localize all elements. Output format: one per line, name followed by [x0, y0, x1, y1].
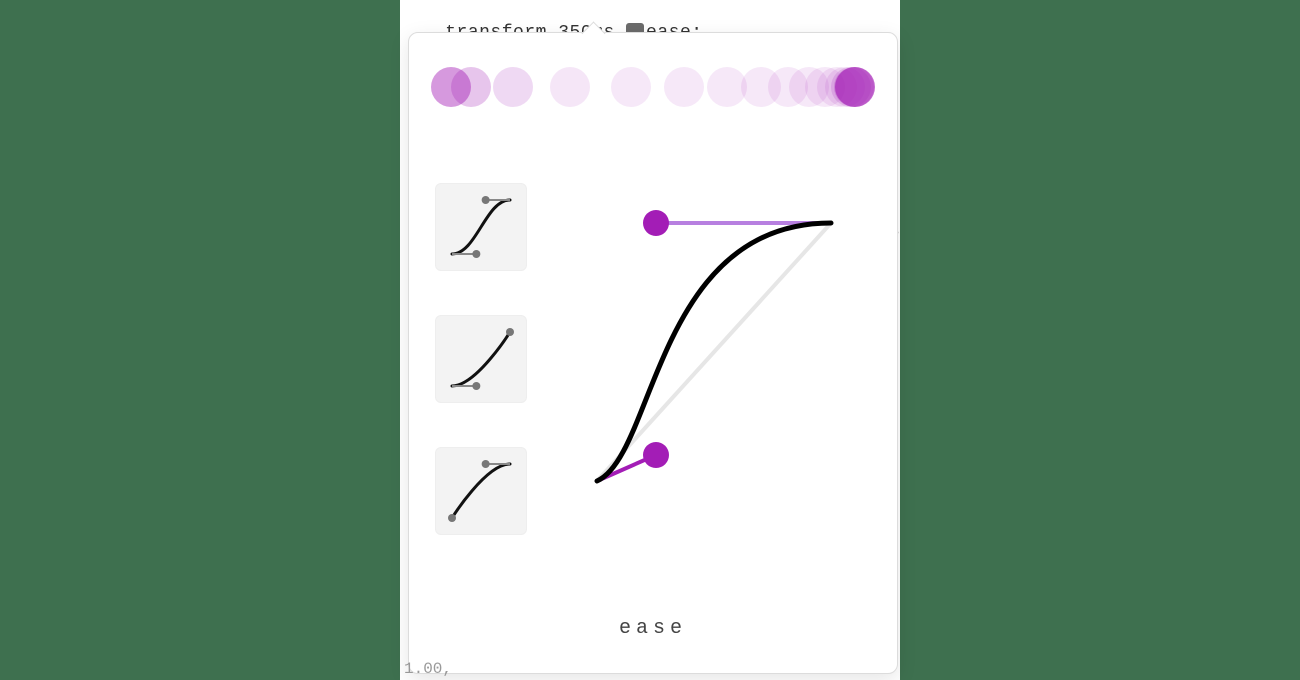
preset-ease-in-out[interactable]: [435, 183, 527, 271]
bezier-canvas[interactable]: [579, 203, 849, 493]
preview-dot: [611, 67, 651, 107]
bg-bottom-text: 1.00,: [404, 660, 452, 678]
bezier-handle-p1[interactable]: [643, 442, 669, 468]
bezier-handle-p2[interactable]: [643, 210, 669, 236]
bezier-editor-popover: ease: [408, 32, 898, 674]
page-margin-left: [0, 0, 400, 680]
page-margin-right: [900, 0, 1300, 680]
preview-dot: [550, 67, 590, 107]
bezier-svg: [579, 203, 849, 493]
preset-ease-in[interactable]: [435, 315, 527, 403]
stage: transform 350ms ease; s: [400, 0, 900, 680]
preview-dot: [664, 67, 704, 107]
preview-dot: [493, 67, 533, 107]
preset-list: [435, 183, 535, 579]
preview-dot: [835, 67, 875, 107]
easing-preview-track: [431, 57, 875, 117]
preset-ease-out[interactable]: [435, 447, 527, 535]
preview-dot: [451, 67, 491, 107]
easing-name-label: ease: [409, 617, 897, 640]
